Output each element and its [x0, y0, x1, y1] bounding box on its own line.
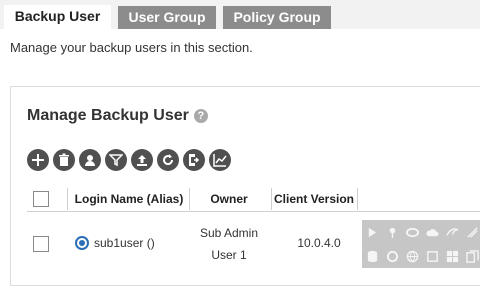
report-button[interactable] [209, 149, 231, 171]
table-row[interactable]: sub1user () Sub Admin User 1 10.0.4.0 [27, 212, 480, 276]
column-login-name[interactable]: Login Name (Alias) [71, 186, 187, 212]
panel-title: Manage Backup User ? [27, 107, 208, 125]
filter-icon [109, 154, 123, 167]
page-description: Manage your backup users in this section… [10, 40, 253, 55]
manage-backup-user-panel: Manage Backup User ? Login Name (Alias) … [10, 86, 480, 286]
column-divider [357, 188, 358, 210]
client-version-cell: 10.0.4.0 [297, 236, 341, 250]
tab-bar: Backup User User Group Policy Group [0, 0, 480, 29]
cloud-icon [422, 220, 442, 244]
owner-cell: Sub Admin User 1 [189, 222, 269, 266]
oracle-icon [402, 220, 422, 244]
export-button[interactable] [183, 149, 205, 171]
help-icon[interactable]: ? [193, 109, 208, 123]
panel-title-text: Manage Backup User [27, 107, 189, 124]
select-all-checkbox[interactable] [33, 191, 49, 207]
sync-icon [382, 244, 402, 268]
toolbar [27, 149, 231, 171]
add-icon [32, 154, 44, 166]
add-button[interactable] [27, 149, 49, 171]
feature-icons-panel [362, 220, 480, 268]
filter-button[interactable] [105, 149, 127, 171]
restore-icon [163, 154, 174, 166]
row-checkbox[interactable] [33, 236, 49, 252]
row-select-cell [33, 236, 49, 255]
tab-policy-group[interactable]: Policy Group [223, 6, 331, 29]
login-name-link[interactable]: sub1user () [94, 236, 155, 250]
database-icon [362, 244, 382, 268]
user-settings-button[interactable] [79, 149, 101, 171]
column-divider [67, 188, 68, 210]
delete-button[interactable] [53, 149, 75, 171]
tab-user-group[interactable]: User Group [118, 6, 216, 29]
upload-button[interactable] [131, 149, 153, 171]
select-all-cell [33, 191, 49, 207]
copy-icon [462, 244, 480, 268]
trash-icon [59, 153, 69, 166]
globe-icon [402, 244, 422, 268]
column-owner[interactable]: Owner [189, 186, 269, 212]
mysql-icon [442, 220, 462, 244]
login-name-cell: sub1user () [75, 236, 155, 250]
restore-button[interactable] [157, 149, 179, 171]
user-status-icon [75, 236, 89, 250]
windows-icon [442, 244, 462, 268]
table-header: Login Name (Alias) Owner Client Version [27, 186, 480, 212]
export-icon [189, 154, 200, 166]
owner-line-1: Sub Admin [199, 226, 259, 240]
chart-icon [213, 154, 227, 167]
hyperv-icon [422, 244, 442, 268]
lotus-icon [462, 220, 480, 244]
pin-icon [382, 220, 402, 244]
user-settings-icon [85, 155, 95, 166]
owner-line-2: User 1 [211, 248, 247, 262]
upload-icon [137, 155, 147, 166]
tab-backup-user[interactable]: Backup User [4, 5, 111, 29]
column-client-version[interactable]: Client Version [271, 186, 357, 212]
exchange-icon [362, 220, 382, 244]
